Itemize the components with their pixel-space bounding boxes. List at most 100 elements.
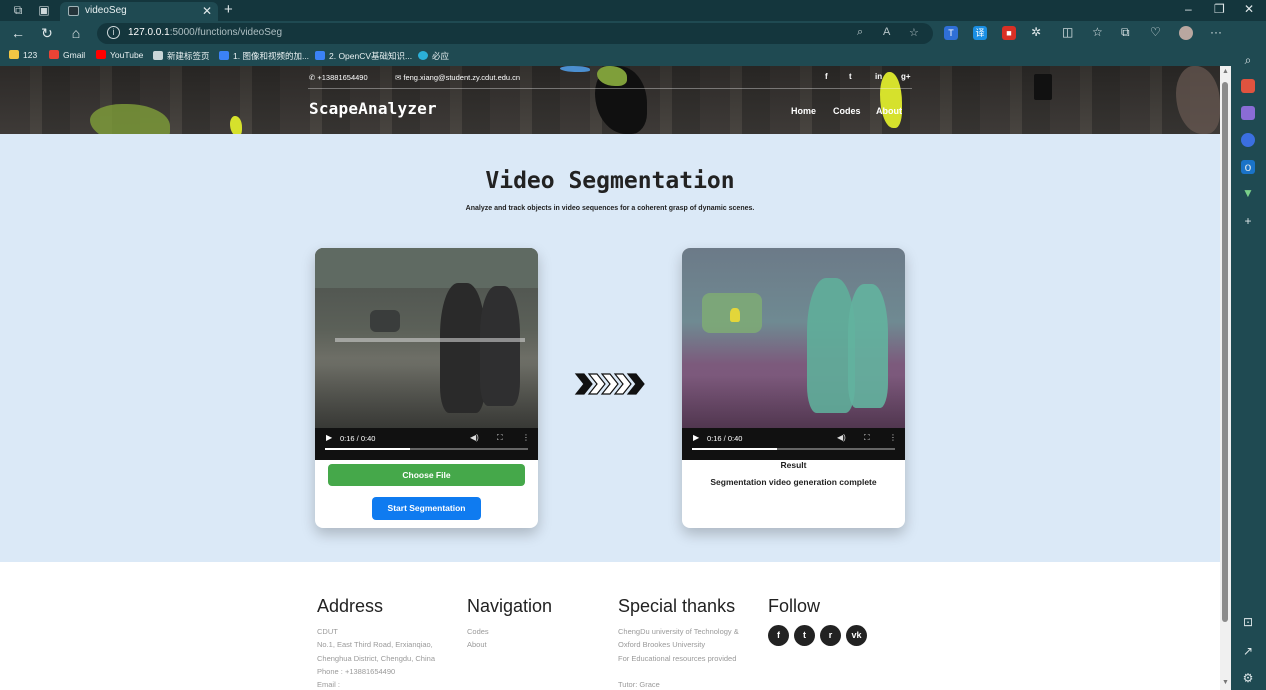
favorites-icon[interactable]: ☆ bbox=[1092, 25, 1103, 39]
more-menu-icon[interactable]: ··· bbox=[1210, 25, 1222, 39]
scrollbar-thumb[interactable] bbox=[1222, 82, 1228, 622]
bookmark-item[interactable]: Gmail bbox=[49, 50, 85, 60]
twitter-icon[interactable]: t bbox=[849, 72, 852, 81]
address-bar-row: ← ↻ ⌂ i 127.0.0.1:5000/functions/videoSe… bbox=[0, 21, 1266, 46]
bookmark-item[interactable]: 必应 bbox=[418, 50, 449, 62]
contact-phone: ✆ +13881654490 bbox=[309, 73, 368, 82]
twitter-icon[interactable]: t bbox=[794, 625, 815, 646]
outlook-icon[interactable]: o bbox=[1241, 160, 1255, 174]
contact-email: ✉ feng.xiang@student.zy.cdut.edu.cn bbox=[395, 73, 521, 82]
scroll-up-icon[interactable]: ▲ bbox=[1222, 68, 1229, 75]
split-screen-icon[interactable]: ◫ bbox=[1062, 25, 1073, 39]
linkedin-icon[interactable]: in bbox=[875, 72, 882, 81]
close-window-icon[interactable]: ✕ bbox=[1244, 2, 1254, 16]
nav-about[interactable]: About bbox=[876, 106, 902, 116]
minimize-icon[interactable]: – bbox=[1185, 2, 1192, 16]
video-controls: ▶ 0:16 / 0:40 ◀) ⛶ ⋮ bbox=[315, 428, 538, 460]
more-options-icon[interactable]: ⋮ bbox=[522, 433, 530, 442]
scroll-down-icon[interactable]: ▼ bbox=[1222, 679, 1229, 686]
more-options-icon[interactable]: ⋮ bbox=[889, 433, 897, 442]
screenshot-icon[interactable]: ⊡ bbox=[1241, 615, 1255, 629]
footer-navigation: Navigation Codes About bbox=[467, 596, 552, 652]
footer-heading: Special thanks bbox=[618, 596, 736, 616]
read-aloud-icon[interactable]: A bbox=[883, 26, 890, 38]
bookmark-item[interactable]: 123 bbox=[9, 50, 37, 60]
nav-home[interactable]: Home bbox=[791, 106, 816, 116]
input-video-player[interactable]: ▶ 0:16 / 0:40 ◀) ⛶ ⋮ bbox=[315, 248, 538, 460]
open-external-icon[interactable]: ↗ bbox=[1241, 644, 1255, 658]
volume-icon[interactable]: ◀) bbox=[470, 433, 479, 442]
footer-address: Address CDUT No.1, East Third Road, Erxi… bbox=[317, 596, 435, 690]
footer-link-codes[interactable]: Codes bbox=[467, 625, 552, 638]
facebook-icon[interactable]: f bbox=[768, 625, 789, 646]
rss-icon[interactable]: r bbox=[820, 625, 841, 646]
copilot-sidebar-icon[interactable] bbox=[1241, 133, 1255, 147]
page-scrollbar[interactable]: ▲ ▼ bbox=[1220, 66, 1231, 690]
refresh-icon[interactable]: ↻ bbox=[38, 25, 56, 42]
folder-icon bbox=[9, 50, 19, 59]
footer-line: ChengDu university of Technology & bbox=[618, 627, 739, 636]
choose-file-button[interactable]: Choose File bbox=[328, 464, 525, 486]
result-video-player[interactable]: ▶ 0:16 / 0:40 ◀) ⛶ ⋮ bbox=[682, 248, 905, 460]
video-scene-shape bbox=[848, 284, 888, 408]
main-section: Video Segmentation Analyze and track obj… bbox=[0, 134, 1220, 562]
browser-tab[interactable]: videoSeg ✕ bbox=[60, 2, 218, 21]
tab-actions-icon[interactable]: ▣ bbox=[37, 3, 51, 17]
tab-favicon-icon bbox=[68, 6, 79, 16]
video-scene-shape bbox=[440, 283, 485, 413]
video-scene-shape bbox=[315, 248, 538, 288]
video-progress-bar[interactable] bbox=[325, 448, 528, 450]
footer-line: For Educational resources provided bbox=[618, 653, 737, 663]
bookmark-item[interactable]: 新建标签页 bbox=[153, 50, 210, 62]
header-banner: ✆ +13881654490 ✉ feng.xiang@student.zy.c… bbox=[0, 66, 1220, 144]
doc-icon bbox=[219, 51, 229, 60]
footer-line: CDUT bbox=[317, 627, 338, 636]
bookmark-item[interactable]: YouTube bbox=[96, 50, 143, 60]
facebook-icon[interactable]: f bbox=[825, 72, 828, 81]
restore-icon[interactable]: ❐ bbox=[1214, 2, 1225, 16]
close-tab-icon[interactable]: ✕ bbox=[202, 4, 212, 18]
nav-codes[interactable]: Codes bbox=[833, 106, 861, 116]
search-icon[interactable]: ⌕ bbox=[1241, 53, 1255, 67]
extension-icon[interactable]: 译 bbox=[973, 26, 987, 40]
url-field[interactable]: i 127.0.0.1:5000/functions/videoSeg ⌕ A … bbox=[97, 23, 933, 44]
footer-link-about[interactable]: About bbox=[467, 638, 552, 651]
video-progress-bar[interactable] bbox=[692, 448, 895, 450]
bookmark-item[interactable]: 2. OpenCV基础知识... bbox=[315, 50, 412, 62]
translate-extension-icon[interactable]: T bbox=[944, 26, 958, 40]
settings-gear-icon[interactable]: ⚙ bbox=[1241, 671, 1255, 685]
collections-icon[interactable]: ⧉ bbox=[1121, 25, 1130, 40]
browser-essentials-icon[interactable]: ♡ bbox=[1150, 25, 1161, 39]
site-footer: Address CDUT No.1, East Third Road, Erxi… bbox=[0, 562, 1220, 690]
segmentation-overlay-shape bbox=[1034, 74, 1052, 100]
segmentation-overlay-shape bbox=[560, 66, 590, 72]
favorite-star-icon[interactable]: ☆ bbox=[909, 26, 919, 39]
start-segmentation-button[interactable]: Start Segmentation bbox=[372, 497, 481, 520]
add-sidebar-app-icon[interactable]: + bbox=[1241, 214, 1255, 228]
profile-avatar[interactable] bbox=[1179, 26, 1193, 40]
fullscreen-icon[interactable]: ⛶ bbox=[864, 433, 870, 443]
site-info-icon[interactable]: i bbox=[107, 26, 120, 39]
tools-icon[interactable] bbox=[1241, 79, 1255, 93]
new-tab-icon[interactable]: + bbox=[224, 1, 233, 18]
site-brand[interactable]: ScapeAnalyzer bbox=[309, 99, 437, 118]
volume-icon[interactable]: ◀) bbox=[837, 433, 846, 442]
back-icon[interactable]: ← bbox=[9, 25, 27, 41]
result-video-card: ▶ 0:16 / 0:40 ◀) ⛶ ⋮ Result Segmentation… bbox=[682, 248, 905, 528]
google-plus-icon[interactable]: g+ bbox=[901, 72, 911, 81]
play-icon[interactable]: ▶ bbox=[326, 433, 332, 442]
new-tab-page-icon bbox=[153, 51, 163, 60]
bookmark-item[interactable]: 1. 图像和视频的加... bbox=[219, 50, 309, 62]
footer-follow: Follow f t r vk bbox=[768, 596, 872, 646]
drop-icon[interactable]: ▼ bbox=[1241, 186, 1255, 200]
games-icon[interactable] bbox=[1241, 106, 1255, 120]
video-progress-fill bbox=[692, 448, 778, 450]
play-icon[interactable]: ▶ bbox=[693, 433, 699, 442]
workspaces-icon[interactable]: ⧉ bbox=[11, 3, 25, 17]
extensions-puzzle-icon[interactable]: ✲ bbox=[1031, 25, 1041, 39]
home-icon[interactable]: ⌂ bbox=[67, 25, 85, 41]
fullscreen-icon[interactable]: ⛶ bbox=[497, 433, 503, 443]
vk-icon[interactable]: vk bbox=[846, 625, 867, 646]
zoom-icon[interactable]: ⌕ bbox=[857, 26, 863, 39]
extension-red-icon[interactable]: ■ bbox=[1002, 26, 1016, 40]
